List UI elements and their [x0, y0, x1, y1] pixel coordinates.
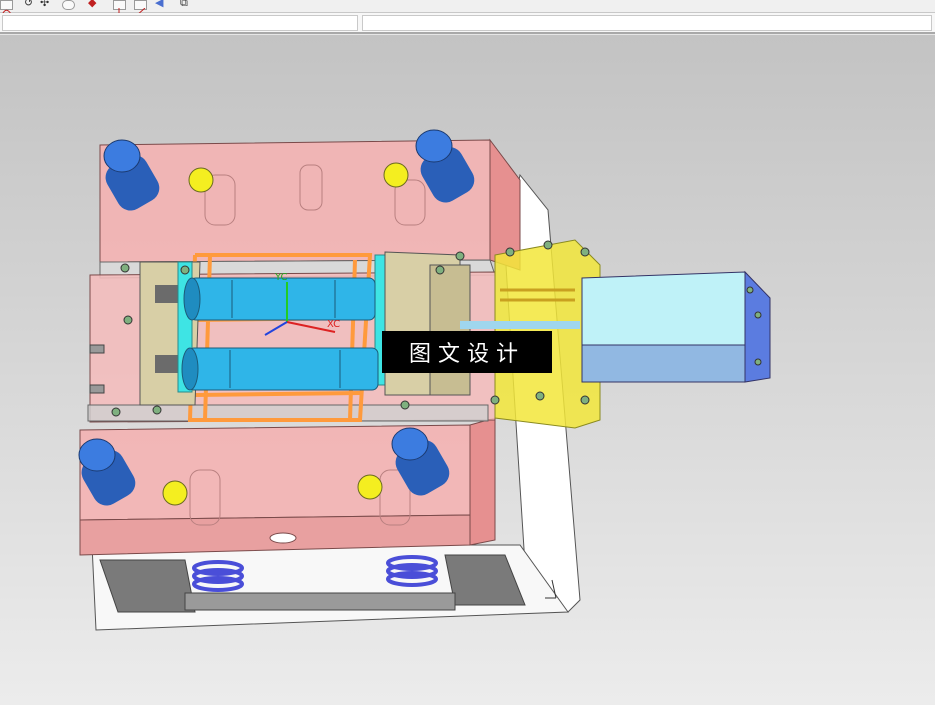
graphics-viewport[interactable]: YC XC 图文设计: [0, 35, 935, 705]
slide-block-slot: [155, 285, 179, 303]
return-pin-head: [383, 162, 409, 188]
section-view-icon[interactable]: ⧉: [180, 0, 188, 9]
core-pull-cylinder: [181, 347, 379, 391]
selection-filter-bar: [0, 13, 935, 34]
slide-block-slot: [155, 355, 179, 373]
return-pin-head: [188, 167, 214, 193]
snap-angle-icon[interactable]: [134, 0, 147, 17]
arrow-cross-icon[interactable]: ✣: [40, 0, 49, 9]
sprue-hole: [269, 532, 297, 544]
axis-x-label: XC: [327, 319, 340, 330]
core-pull-cylinder: [183, 277, 376, 321]
type-filter-field[interactable]: [2, 15, 358, 31]
return-pin-head: [357, 474, 383, 500]
curve-icon[interactable]: [0, 0, 13, 16]
rotate-view-icon[interactable]: [62, 0, 75, 10]
watermark-label: 图文设计: [382, 331, 552, 373]
bottom-rail: [184, 592, 456, 611]
hydraulic-cylinder-shade: [581, 344, 746, 383]
cavity-plate-side-face: [469, 417, 496, 546]
undo-arc-icon[interactable]: ↺: [24, 0, 33, 9]
main-toolbar: ↺ ✣ ◆ ◀ ⧉: [0, 0, 935, 17]
slide-wedge: [429, 264, 471, 396]
surface-shade-icon[interactable]: ◀: [155, 0, 163, 9]
axis-y-label: YC: [274, 272, 288, 283]
return-pin-head: [162, 480, 188, 506]
selection-scope-field[interactable]: [362, 15, 932, 31]
core-plate-side-face: [489, 138, 521, 271]
point-vertical-icon[interactable]: [113, 0, 126, 16]
snap-point-icon[interactable]: ◆: [88, 0, 96, 9]
